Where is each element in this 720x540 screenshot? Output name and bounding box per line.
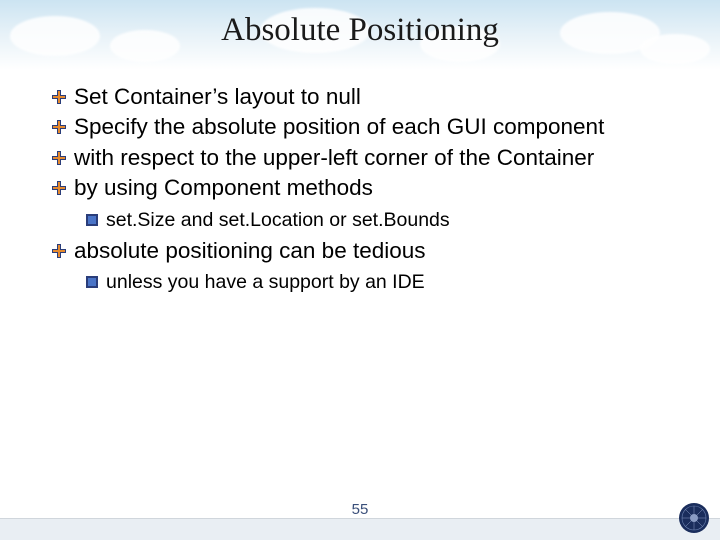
slide-title: Absolute Positioning: [0, 12, 720, 49]
bullet-text: Set Container’s layout to null: [74, 82, 361, 112]
page-number: 55: [0, 501, 720, 518]
bullet-text: Specify the absolute position of each GU…: [74, 112, 604, 142]
bullet-text: by using Component methods: [74, 173, 373, 203]
bullet-item: with respect to the upper-left corner of…: [52, 143, 680, 173]
orange-cross-bullet-icon: [52, 120, 66, 134]
bullet-item: Set Container’s layout to null: [52, 82, 680, 112]
bullet-text: unless you have a support by an IDE: [106, 269, 425, 295]
blue-square-bullet-icon: [86, 276, 98, 288]
blue-square-bullet-icon: [86, 214, 98, 226]
seal-logo-icon: [678, 502, 710, 534]
bullet-item: by using Component methods: [52, 173, 680, 203]
bullet-item: absolute positioning can be tedious: [52, 236, 680, 266]
bullet-item: Specify the absolute position of each GU…: [52, 112, 680, 142]
sub-bullet-item: unless you have a support by an IDE: [86, 269, 680, 295]
sub-bullet-item: set.Size and set.Location or set.Bounds: [86, 207, 680, 233]
orange-cross-bullet-icon: [52, 151, 66, 165]
bullet-text: absolute positioning can be tedious: [74, 236, 426, 266]
bullet-text: with respect to the upper-left corner of…: [74, 143, 594, 173]
orange-cross-bullet-icon: [52, 181, 66, 195]
orange-cross-bullet-icon: [52, 90, 66, 104]
footer-bar: [0, 518, 720, 540]
orange-cross-bullet-icon: [52, 244, 66, 258]
slide-content: Set Container’s layout to null Specify t…: [52, 82, 680, 299]
bullet-text: set.Size and set.Location or set.Bounds: [106, 207, 450, 233]
